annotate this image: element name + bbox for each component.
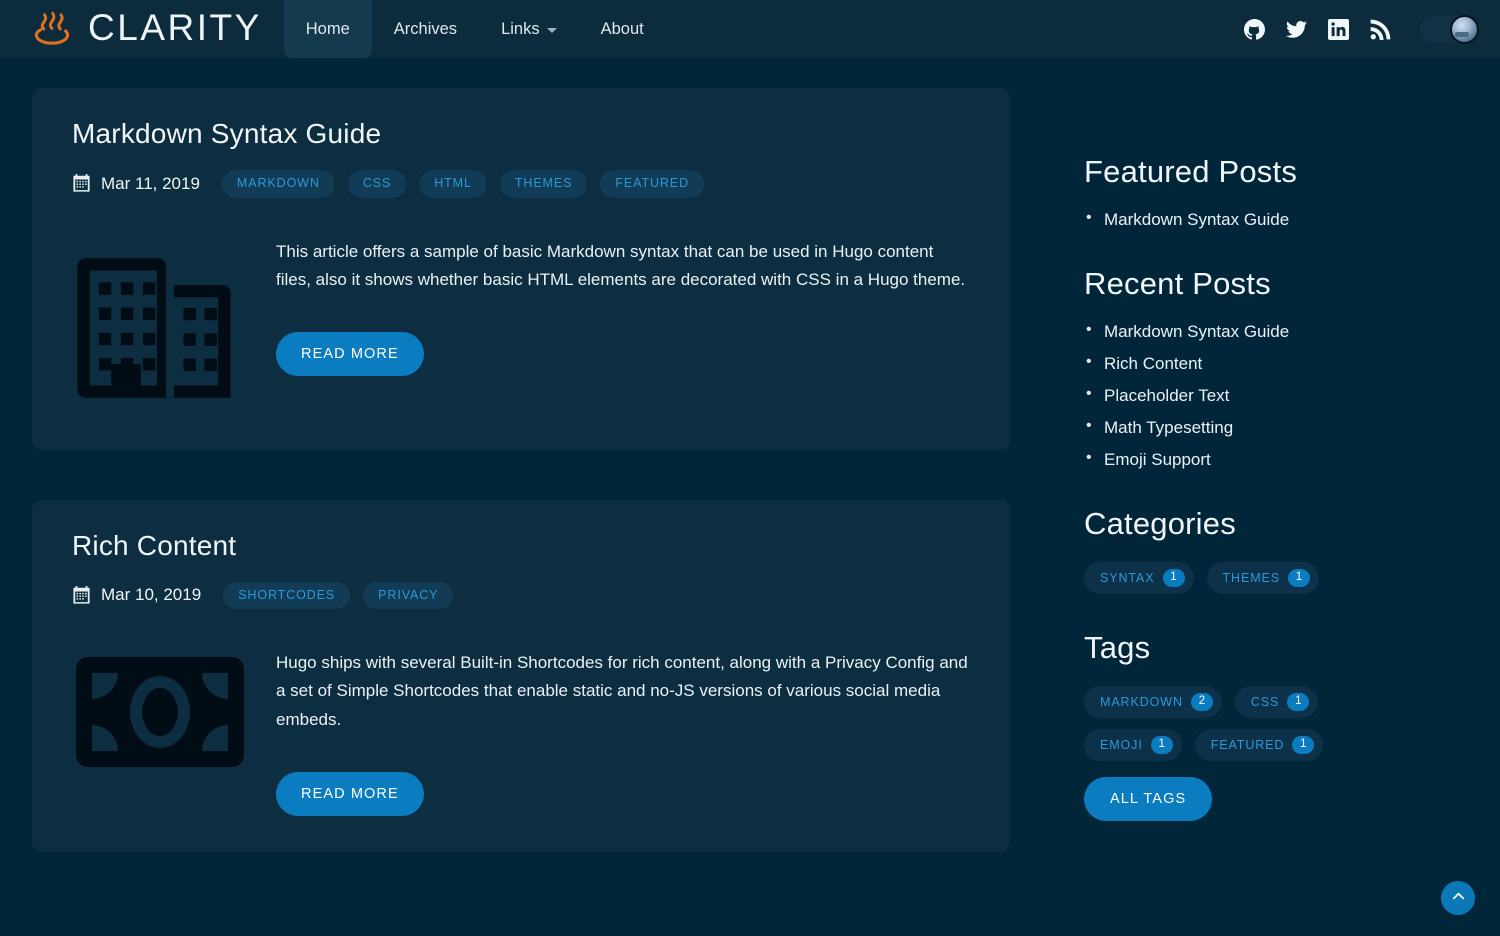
- tag-count: 1: [1292, 736, 1315, 754]
- calendar-icon: [72, 585, 91, 605]
- post-date: Mar 11, 2019: [72, 174, 200, 194]
- recent-posts-block: Recent Posts Markdown Syntax Guide Rich …: [1084, 266, 1500, 470]
- recent-post-link[interactable]: Rich Content: [1104, 354, 1202, 373]
- linkedin-icon[interactable]: [1328, 18, 1349, 40]
- category-count: 1: [1162, 569, 1185, 587]
- page-layout: Markdown Syntax Guide Mar 11, 2019 MARKD…: [0, 58, 1500, 936]
- globe-icon: [1450, 14, 1479, 44]
- post-card: Rich Content Mar 10, 2019 SHORTCODES PRI…: [32, 499, 1010, 853]
- tag-label: CSS: [1250, 694, 1280, 709]
- nav-item-label: About: [600, 19, 644, 38]
- nav-item-archives[interactable]: Archives: [372, 0, 479, 58]
- tags-list: MARKDOWN 2 CSS 1 EMOJI 1 FEATURED 1: [1084, 686, 1414, 761]
- rss-icon[interactable]: [1370, 19, 1391, 40]
- post-excerpt: This article offers a sample of basic Ma…: [276, 241, 966, 289]
- tags-block: Tags MARKDOWN 2 CSS 1 EMOJI 1 FEATURED 1: [1084, 630, 1500, 821]
- category-label: SYNTAX: [1100, 570, 1155, 585]
- nav-item-label: Archives: [393, 19, 458, 38]
- categories-block: Categories SYNTAX 1 THEMES 1: [1084, 506, 1500, 594]
- post-card: Markdown Syntax Guide Mar 11, 2019 MARKD…: [32, 88, 1010, 450]
- tag-pill[interactable]: MARKDOWN 2: [1084, 686, 1222, 718]
- recent-posts-list: Markdown Syntax Guide Rich Content Place…: [1084, 321, 1500, 470]
- featured-posts-block: Featured Posts Markdown Syntax Guide: [1084, 154, 1500, 230]
- hot-spring-icon: [30, 7, 74, 51]
- all-tags-button[interactable]: ALL TAGS: [1084, 777, 1213, 821]
- post-title[interactable]: Rich Content: [72, 530, 970, 562]
- recent-post-link[interactable]: Markdown Syntax Guide: [1104, 322, 1289, 341]
- categories-heading: Categories: [1084, 506, 1236, 541]
- post-excerpt: Hugo ships with several Built-in Shortco…: [276, 653, 968, 729]
- tag-label: FEATURED: [1210, 737, 1285, 752]
- money-bill-icon[interactable]: [72, 649, 258, 771]
- category-count: 1: [1288, 569, 1310, 587]
- post-tag[interactable]: HTML: [419, 170, 487, 198]
- list-item: Placeholder Text: [1084, 385, 1500, 406]
- post-excerpt-column: This article offers a sample of basic Ma…: [258, 238, 970, 377]
- post-date: Mar 10, 2019: [72, 585, 201, 605]
- categories-list: SYNTAX 1 THEMES 1: [1084, 562, 1414, 594]
- site-title: CLARITY: [88, 7, 262, 48]
- read-more-button[interactable]: READ MORE: [276, 332, 424, 377]
- featured-posts-heading: Featured Posts: [1084, 154, 1298, 189]
- nav-item-home[interactable]: Home: [283, 0, 372, 58]
- post-tag[interactable]: FEATURED: [600, 170, 704, 198]
- list-item: Emoji Support: [1084, 449, 1500, 470]
- tag-pill[interactable]: EMOJI 1: [1084, 729, 1182, 761]
- github-icon[interactable]: [1244, 18, 1265, 40]
- dark-mode-toggle[interactable]: [1420, 14, 1479, 44]
- recent-post-link[interactable]: Math Typesetting: [1104, 418, 1233, 437]
- category-label: THEMES: [1222, 570, 1280, 585]
- nav-links: Home Archives Links About: [283, 0, 666, 58]
- tag-count: 2: [1190, 693, 1213, 711]
- post-title[interactable]: Markdown Syntax Guide: [72, 118, 970, 150]
- post-meta: Mar 11, 2019 MARKDOWN CSS HTML THEMES FE…: [72, 170, 970, 198]
- post-tag[interactable]: SHORTCODES: [223, 581, 351, 609]
- nav-item-label: Links: [501, 19, 540, 38]
- tag-pill[interactable]: CSS 1: [1234, 686, 1319, 718]
- tag-pill[interactable]: FEATURED 1: [1194, 729, 1324, 761]
- post-tag[interactable]: PRIVACY: [363, 581, 454, 609]
- sidebar: Featured Posts Markdown Syntax Guide Rec…: [1042, 58, 1500, 936]
- post-body: Hugo ships with several Built-in Shortco…: [72, 649, 970, 817]
- nav-item-label: Home: [305, 19, 350, 38]
- tags-heading: Tags: [1084, 630, 1151, 665]
- tag-count: 1: [1287, 693, 1310, 711]
- recent-post-link[interactable]: Placeholder Text: [1104, 386, 1229, 405]
- post-excerpt-column: Hugo ships with several Built-in Shortco…: [258, 649, 970, 817]
- navbar-right-group: [1244, 14, 1479, 44]
- post-list: Markdown Syntax Guide Mar 11, 2019 MARKD…: [0, 58, 1042, 936]
- post-tag[interactable]: CSS: [347, 170, 407, 198]
- tag-label: MARKDOWN: [1100, 694, 1183, 709]
- calendar-icon: [72, 174, 91, 193]
- tag-count: 1: [1150, 736, 1173, 754]
- post-meta: Mar 10, 2019 SHORTCODES PRIVACY: [72, 581, 970, 609]
- list-item: Markdown Syntax Guide: [1084, 321, 1500, 342]
- featured-posts-list: Markdown Syntax Guide: [1084, 209, 1500, 230]
- tag-label: EMOJI: [1100, 737, 1143, 752]
- post-date-text: Mar 10, 2019: [101, 585, 202, 605]
- featured-post-link[interactable]: Markdown Syntax Guide: [1104, 210, 1289, 229]
- read-more-button[interactable]: READ MORE: [276, 772, 424, 817]
- scroll-to-top-button[interactable]: [1441, 881, 1475, 915]
- recent-post-link[interactable]: Emoji Support: [1104, 450, 1211, 469]
- post-tag[interactable]: MARKDOWN: [221, 170, 335, 198]
- chevron-down-icon: [546, 28, 557, 33]
- post-date-text: Mar 11, 2019: [101, 173, 200, 193]
- top-navbar: CLARITY Home Archives Links About: [0, 0, 1500, 58]
- recent-posts-heading: Recent Posts: [1084, 266, 1271, 301]
- category-pill[interactable]: THEMES 1: [1206, 562, 1319, 594]
- list-item: Math Typesetting: [1084, 417, 1500, 438]
- post-body: This article offers a sample of basic Ma…: [72, 238, 970, 414]
- buildings-icon[interactable]: [72, 238, 258, 414]
- list-item: Markdown Syntax Guide: [1084, 209, 1500, 230]
- nav-item-about[interactable]: About: [579, 0, 666, 58]
- twitter-icon[interactable]: [1286, 19, 1307, 40]
- site-brand[interactable]: CLARITY: [30, 7, 262, 51]
- chevron-up-icon: [1451, 889, 1466, 907]
- nav-item-links[interactable]: Links: [479, 0, 579, 58]
- list-item: Rich Content: [1084, 353, 1500, 374]
- category-pill[interactable]: SYNTAX 1: [1084, 562, 1194, 594]
- post-tag[interactable]: THEMES: [499, 170, 588, 198]
